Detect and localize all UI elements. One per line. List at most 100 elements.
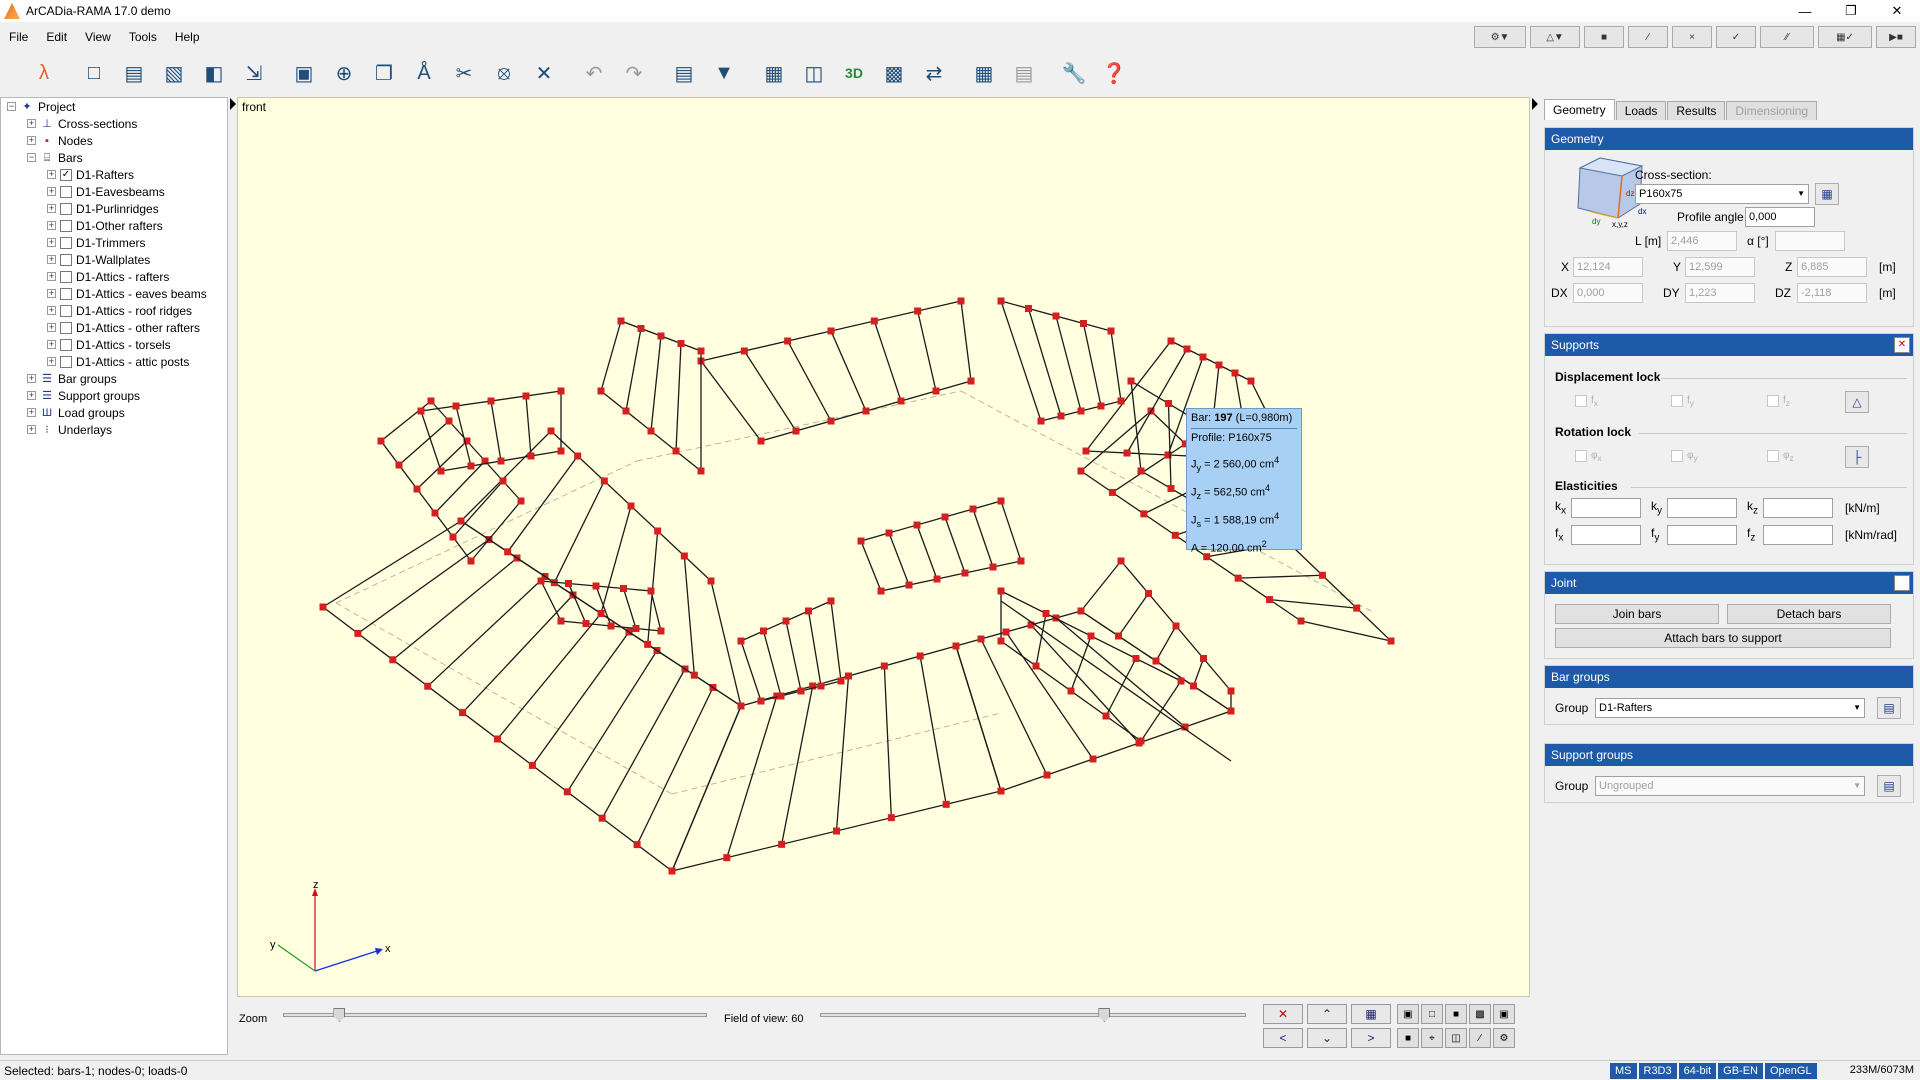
- bar-element[interactable]: [470, 500, 522, 562]
- node-marker[interactable]: [827, 417, 835, 425]
- node-marker[interactable]: [961, 569, 969, 577]
- node-marker[interactable]: [592, 582, 600, 590]
- node-marker[interactable]: [657, 332, 665, 340]
- tree-bar-group[interactable]: + ✓ D1-Rafters: [1, 166, 227, 183]
- tree-bar-group[interactable]: + D1-Attics - attic posts: [1, 353, 227, 370]
- bar-element[interactable]: [1070, 635, 1092, 692]
- node-marker[interactable]: [913, 521, 921, 529]
- bar-visibility-checkbox[interactable]: [60, 304, 72, 317]
- node-marker[interactable]: [1117, 397, 1125, 405]
- view-axon-icon[interactable]: ⌖: [1421, 1028, 1443, 1048]
- cross-section-library-button[interactable]: ▦: [1815, 183, 1839, 205]
- lock-view-button[interactable]: ▦: [1351, 1004, 1391, 1024]
- node-marker[interactable]: [957, 297, 965, 305]
- node-marker[interactable]: [932, 387, 940, 395]
- profile-angle-input[interactable]: 0,000: [1745, 207, 1815, 227]
- tree-item[interactable]: + ⁝ Underlays: [1, 421, 227, 438]
- view-settings-icon[interactable]: ⚙: [1493, 1028, 1515, 1048]
- bar-group-edit-button[interactable]: ▤: [1877, 697, 1901, 719]
- node-marker[interactable]: [737, 702, 745, 710]
- right-splitter[interactable]: [1531, 97, 1539, 1037]
- node-marker[interactable]: [1037, 417, 1045, 425]
- node-marker[interactable]: [1167, 485, 1175, 492]
- node-marker[interactable]: [740, 347, 748, 355]
- attach-bars-to-support-button[interactable]: Attach bars to support: [1555, 628, 1891, 648]
- tree-bar-group[interactable]: + D1-Attics - other rafters: [1, 319, 227, 336]
- node-marker[interactable]: [1115, 632, 1122, 640]
- view-screen-icon[interactable]: ▣: [1397, 1004, 1419, 1024]
- node-marker[interactable]: [1387, 637, 1395, 645]
- node-marker[interactable]: [1132, 655, 1140, 662]
- node-marker[interactable]: [1137, 467, 1145, 475]
- bar-element[interactable]: [960, 300, 972, 382]
- join-bars-button[interactable]: Join bars: [1555, 604, 1719, 624]
- bar-element[interactable]: [888, 532, 910, 586]
- node-marker[interactable]: [757, 697, 765, 705]
- view-iso-icon[interactable]: ■: [1397, 1028, 1419, 1048]
- node-marker[interactable]: [1297, 617, 1305, 625]
- kx-input[interactable]: [1571, 498, 1641, 518]
- node-marker[interactable]: [707, 577, 715, 585]
- node-marker[interactable]: [1199, 353, 1207, 361]
- node-marker[interactable]: [467, 462, 475, 470]
- bar-element[interactable]: [625, 328, 642, 412]
- bar-group-select[interactable]: D1-Rafters: [1595, 698, 1865, 718]
- bar-element[interactable]: [455, 405, 472, 467]
- report-icon[interactable]: ▤: [1008, 57, 1040, 89]
- node-marker[interactable]: [597, 610, 605, 617]
- bar-element[interactable]: [416, 440, 468, 490]
- bar-element[interactable]: [490, 400, 502, 462]
- node-marker[interactable]: [389, 656, 397, 664]
- expand-icon[interactable]: +: [27, 136, 36, 145]
- tree-bar-group[interactable]: + D1-Attics - rafters: [1, 268, 227, 285]
- node-marker[interactable]: [837, 677, 845, 685]
- bar-visibility-checkbox[interactable]: [60, 219, 72, 232]
- bar-element[interactable]: [540, 580, 562, 622]
- node-marker[interactable]: [644, 640, 652, 648]
- left-splitter[interactable]: [229, 97, 237, 1037]
- bar-element[interactable]: [700, 360, 762, 442]
- node-marker[interactable]: [1017, 557, 1025, 565]
- display-grid-icon[interactable]: ▦✓: [1818, 26, 1872, 48]
- node-marker[interactable]: [1002, 628, 1010, 636]
- node-marker[interactable]: [647, 427, 655, 435]
- bar-element[interactable]: [531, 631, 630, 766]
- node-marker[interactable]: [1042, 610, 1050, 617]
- support-display-dropdown[interactable]: △▼: [1530, 26, 1580, 48]
- node-marker[interactable]: [487, 397, 495, 405]
- expand-icon[interactable]: +: [27, 391, 36, 400]
- table-icon[interactable]: ◫: [798, 57, 830, 89]
- bar-element[interactable]: [1300, 620, 1392, 642]
- node-marker[interactable]: [1247, 377, 1255, 385]
- bar-element[interactable]: [566, 650, 658, 793]
- node-marker[interactable]: [941, 513, 949, 521]
- tree-bar-group[interactable]: + D1-Other rafters: [1, 217, 227, 234]
- node-marker[interactable]: [1227, 707, 1235, 715]
- wrench-icon[interactable]: 🔧: [1058, 57, 1090, 89]
- bar-visibility-checkbox[interactable]: [60, 321, 72, 334]
- expand-icon[interactable]: +: [47, 238, 56, 247]
- tree-bar-group[interactable]: + D1-Trimmers: [1, 234, 227, 251]
- menu-edit[interactable]: Edit: [37, 30, 76, 44]
- bar-element[interactable]: [955, 610, 1082, 647]
- node-marker[interactable]: [997, 297, 1005, 305]
- bar-element[interactable]: [860, 540, 882, 592]
- bar-element[interactable]: [972, 508, 994, 568]
- expand-icon[interactable]: +: [47, 255, 56, 264]
- bar-element[interactable]: [675, 343, 682, 452]
- node-marker[interactable]: [805, 607, 812, 615]
- tree-item[interactable]: + Ш Load groups: [1, 404, 227, 421]
- node-marker[interactable]: [457, 517, 465, 525]
- node-marker[interactable]: [1172, 622, 1180, 630]
- bar-display-dropdown[interactable]: ⚙▼: [1474, 26, 1526, 48]
- bar-visibility-checkbox[interactable]: [60, 355, 72, 368]
- node-marker[interactable]: [697, 467, 705, 475]
- mesh-icon[interactable]: ▩: [878, 57, 910, 89]
- node-marker[interactable]: [989, 563, 997, 571]
- view-perspective-icon[interactable]: ◫: [1445, 1028, 1467, 1048]
- node-marker[interactable]: [437, 467, 445, 475]
- bar-element[interactable]: [781, 685, 814, 845]
- restore-icon[interactable]: ❐: [1828, 0, 1874, 22]
- node-marker[interactable]: [757, 437, 765, 445]
- node-marker[interactable]: [617, 317, 625, 325]
